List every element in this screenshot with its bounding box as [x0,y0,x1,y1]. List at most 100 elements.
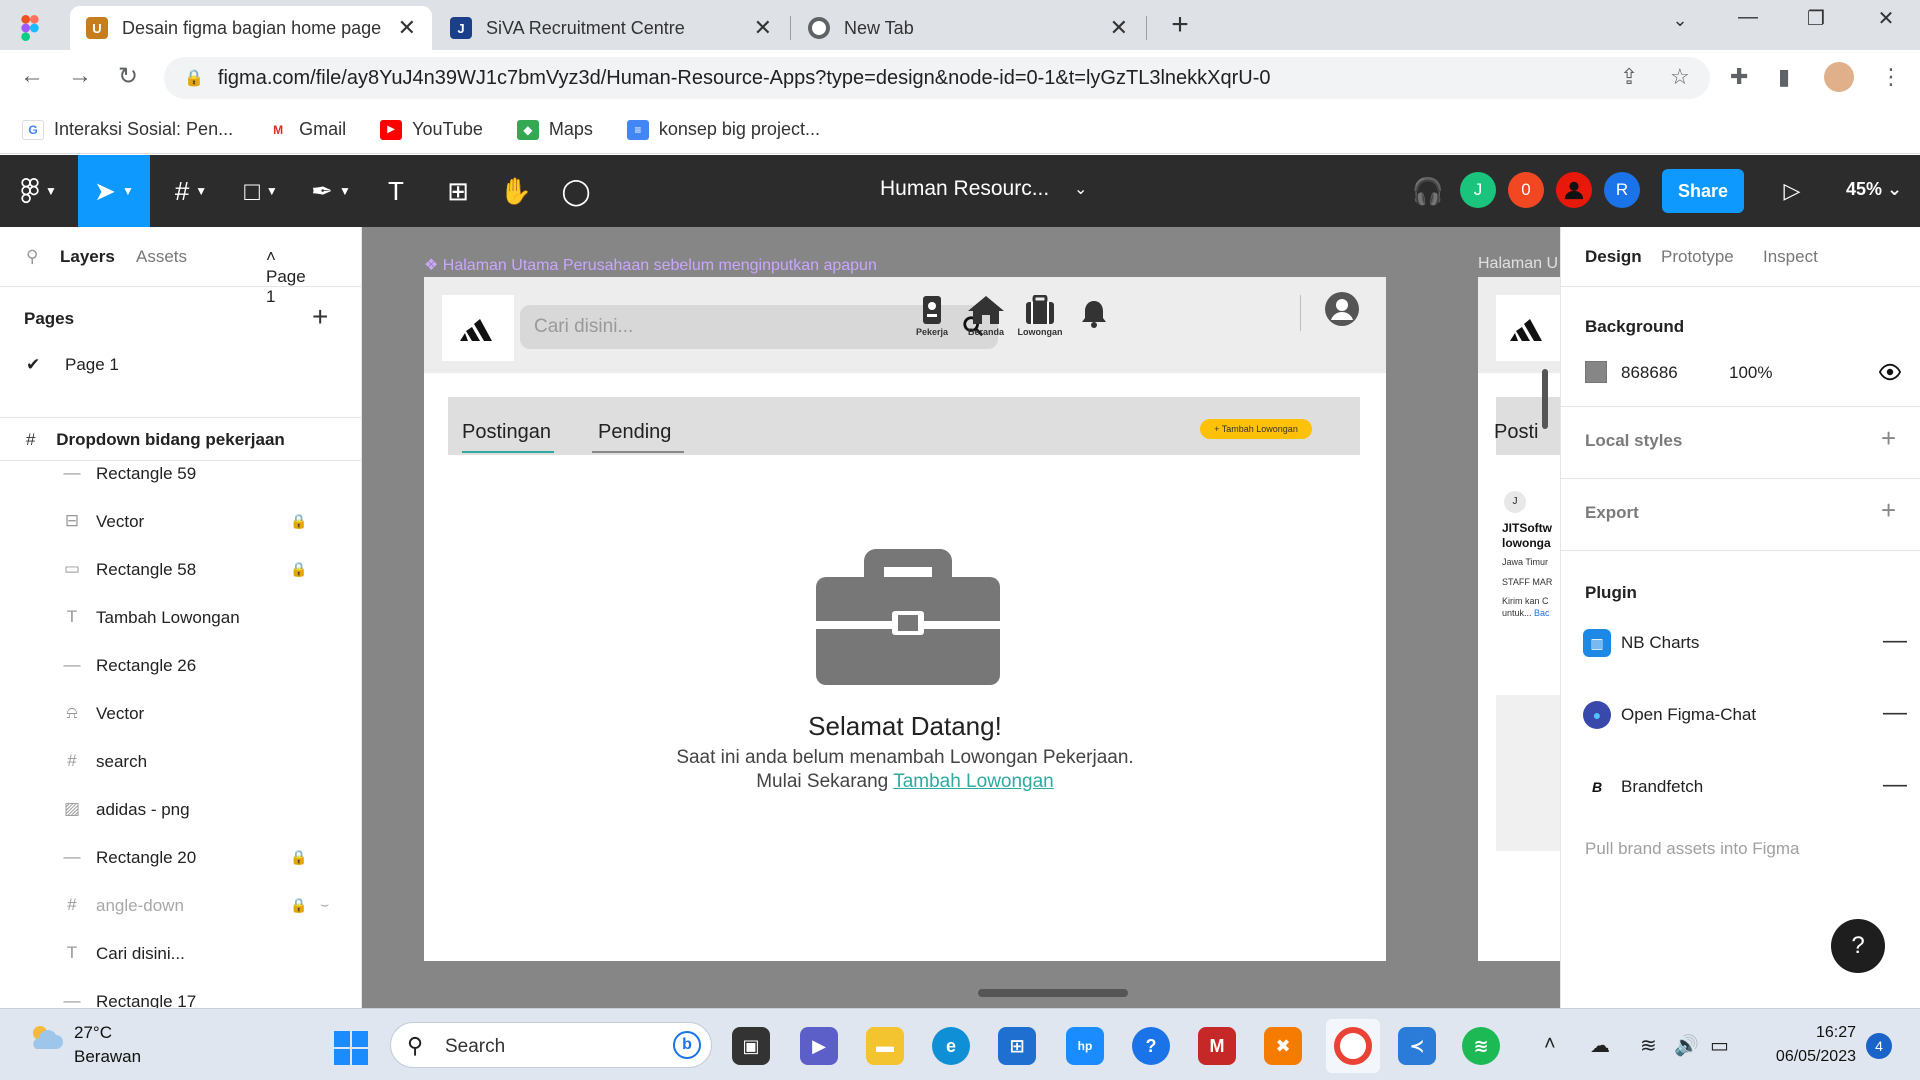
page-selector[interactable]: Page 1 ˄ [266,247,306,306]
horizontal-scrollbar[interactable] [978,989,1128,997]
bookmark-item[interactable]: ◆ Maps [516,119,593,140]
add-page-button[interactable]: + [312,301,328,333]
store-icon[interactable]: ⊞ [998,1027,1036,1065]
nav-lowongan[interactable]: Lowongan [1010,295,1070,337]
background-opacity-input[interactable]: 100% [1729,363,1772,383]
layer-row[interactable]: # angle-down 🔒 ⌣ [0,883,361,931]
minimize-icon[interactable]: — [1728,6,1768,29]
layer-row[interactable]: ⊟ Vector 🔒 [0,499,361,547]
tab-close-icon[interactable]: ✕ [1110,15,1128,41]
eye-icon[interactable] [1879,361,1901,383]
layer-row[interactable]: — Rectangle 17 [0,979,361,1008]
frame-label[interactable]: ❖ Halaman Utama Perusahaan sebelum mengi… [424,255,877,275]
layer-row[interactable]: — Rectangle 26 [0,643,361,691]
background-hex-input[interactable]: 868686 [1621,363,1678,383]
tab-figma-design[interactable]: U Desain figma bagian home page ✕ [70,6,432,50]
notification-bell-icon[interactable] [1064,299,1124,331]
windows-start-icon[interactable] [334,1031,368,1065]
vertical-scrollbar[interactable] [1542,369,1548,429]
bookmark-star-icon[interactable]: ☆ [1670,64,1690,90]
move-tool-button[interactable]: ➤ ▼ [78,155,150,227]
help-button[interactable]: ? [1831,919,1885,973]
vscode-icon[interactable]: ≺ [1398,1027,1436,1065]
remove-plugin-icon[interactable]: — [1883,627,1907,655]
bookmark-item[interactable]: G Interaksi Sosial: Pen... [22,119,233,140]
layer-row[interactable]: # search [0,739,361,787]
tambah-lowongan-button[interactable]: + Tambah Lowongan [1200,419,1312,439]
wifi-icon[interactable]: ≋ [1640,1033,1657,1058]
lock-icon[interactable]: 🔒 [290,897,307,914]
lock-icon[interactable]: 🔒 [290,561,307,578]
hand-tool-button[interactable]: ✋ [492,155,540,227]
main-menu-button[interactable]: ▼ [0,155,78,227]
tray-chevron-up-icon[interactable]: ˄ [1544,1033,1556,1056]
nav-pekerja[interactable]: Pekerja [902,295,962,337]
tambah-lowongan-link[interactable]: Tambah Lowongan [893,771,1054,792]
back-icon[interactable]: ← [16,62,48,90]
profile-icon[interactable] [1312,291,1372,329]
teams-chat-icon[interactable]: ▶ [800,1027,838,1065]
help-circle-icon[interactable]: ? [1132,1027,1170,1065]
volume-icon[interactable]: 🔊 [1674,1033,1699,1058]
zoom-level[interactable]: 45% ⌄ [1846,179,1902,200]
home-frame[interactable]: Cari disini... Pekerja Beranda Lowongan [424,277,1386,961]
close-window-icon[interactable]: ✕ [1866,6,1906,31]
edge-icon[interactable]: e [932,1027,970,1065]
plugin-item[interactable]: ▥ NB Charts — [1561,615,1920,675]
lock-icon[interactable]: 🔒 [290,849,307,866]
audio-headphones-icon[interactable]: 🎧 [1404,155,1452,227]
side-panel-icon[interactable]: ▮ [1778,64,1790,90]
forward-icon[interactable]: → [64,62,96,90]
tab-layers[interactable]: Layers [60,247,115,267]
shape-tool-button[interactable]: □ ▼ [230,155,292,227]
tab-prototype[interactable]: Prototype [1661,247,1734,267]
xampp-icon[interactable]: ✖ [1264,1027,1302,1065]
frame-label[interactable]: Halaman U [1478,255,1558,273]
layer-row[interactable]: — Rectangle 20 🔒 [0,835,361,883]
nav-beranda[interactable]: Beranda [956,295,1016,337]
avatar[interactable]: R [1604,172,1640,208]
frame-tool-button[interactable]: # ▼ [160,155,222,227]
page-item[interactable]: ✔ Page 1 [26,355,119,375]
add-style-icon[interactable]: + [1881,423,1896,454]
spotify-icon[interactable]: ≋ [1462,1027,1500,1065]
tab-postingan[interactable]: Postingan [462,421,551,444]
layer-row[interactable]: ▨ adidas - png [0,787,361,835]
tab-assets[interactable]: Assets [136,247,187,267]
mcafee-icon[interactable]: M [1198,1027,1236,1065]
figma-pinned-tab[interactable] [10,6,50,50]
weather-widget[interactable]: 27°C Berawan [28,1023,141,1066]
layer-row[interactable]: ▭ Rectangle 58 🔒 [0,547,361,595]
tab-close-icon[interactable]: ✕ [398,15,416,41]
new-tab-button[interactable]: + [1160,8,1200,42]
layer-row[interactable]: T Tambah Lowongan [0,595,361,643]
comment-tool-button[interactable]: ◯ [552,155,600,227]
chevron-down-icon[interactable]: ⌄ [1074,179,1087,199]
file-explorer-icon[interactable]: ▬ [866,1027,904,1065]
tab-inspect[interactable]: Inspect [1763,247,1818,267]
reload-icon[interactable]: ↻ [112,62,144,91]
tab-new-tab[interactable]: New Tab ✕ [792,6,1144,50]
add-export-icon[interactable]: + [1881,495,1896,526]
avatar[interactable]: 0 [1508,172,1544,208]
search-layers-icon[interactable]: ⚲ [26,247,38,267]
share-page-icon[interactable]: ⇪ [1620,64,1638,90]
figma-canvas[interactable]: ❖ Halaman Utama Perusahaan sebelum mengi… [362,227,1560,1008]
bookmark-item[interactable]: ▶ YouTube [380,119,483,140]
profile-avatar[interactable] [1824,62,1854,92]
layer-row[interactable]: T Cari disini... [0,931,361,979]
onedrive-cloud-icon[interactable]: ☁ [1590,1033,1610,1058]
clock[interactable]: 16:27 06/05/2023 [1760,1021,1856,1069]
pen-tool-button[interactable]: ✒ ▼ [300,155,362,227]
avatar[interactable]: J [1460,172,1496,208]
chrome-menu-icon[interactable]: ⋮ [1880,64,1902,90]
tab-pending[interactable]: Pending [598,421,671,444]
file-title[interactable]: Human Resourc... [880,177,1049,201]
resources-button[interactable]: ⊞ [434,155,482,227]
plugin-item[interactable]: ● Open Figma-Chat — [1561,687,1920,747]
layer-row[interactable]: ⍾ Vector [0,691,361,739]
background-color-swatch[interactable] [1585,361,1607,383]
hidden-eye-icon[interactable]: ⌣ [320,896,329,913]
tab-design[interactable]: Design [1585,247,1642,267]
taskbar-search[interactable]: ⚲ Search b [390,1022,712,1068]
